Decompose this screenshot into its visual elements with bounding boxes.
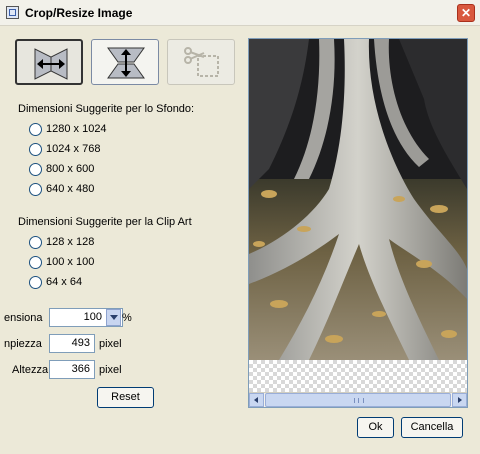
ok-button[interactable]: Ok	[357, 417, 394, 438]
scrollbar-grip-icon	[354, 398, 364, 403]
height-label: Altezza	[12, 364, 49, 376]
radio-label: 128 x 128	[46, 236, 95, 248]
crop-scissors-icon	[184, 47, 219, 77]
crop-button[interactable]	[167, 39, 235, 85]
radio-circle[interactable]	[29, 276, 42, 289]
wallpaper-sizes-label: Dimensioni Suggerite per lo Sfondo:	[18, 103, 195, 115]
radio-circle[interactable]	[29, 256, 42, 269]
image-preview[interactable]	[248, 38, 468, 408]
radio-circle[interactable]	[29, 143, 42, 156]
scale-unit: %	[122, 312, 132, 324]
scrollbar-thumb[interactable]	[265, 393, 451, 407]
window-title: Crop/Resize Image	[25, 6, 133, 20]
radio-label: 1024 x 768	[46, 143, 101, 155]
preview-image	[249, 39, 467, 360]
scale-dropdown-button[interactable]	[106, 309, 121, 326]
radio-label: 1280 x 1024	[46, 123, 107, 135]
horizontal-scrollbar[interactable]	[249, 392, 467, 407]
arrows-vertical-icon	[107, 47, 145, 79]
transparent-area	[249, 360, 467, 392]
radio-label: 100 x 100	[46, 256, 95, 268]
app-icon	[6, 6, 19, 19]
width-unit: pixel	[99, 338, 122, 350]
horizontal-resize-button[interactable]	[15, 39, 83, 85]
radio-label: 800 x 600	[46, 163, 95, 175]
radio-circle[interactable]	[29, 123, 42, 136]
arrows-horizontal-icon	[34, 48, 68, 80]
scroll-left-icon[interactable]	[249, 393, 264, 407]
height-input[interactable]: 366	[49, 360, 95, 379]
width-label: npiezza	[4, 338, 42, 350]
close-button[interactable]: ✕	[457, 4, 475, 22]
radio-circle[interactable]	[29, 163, 42, 176]
reset-button[interactable]: Reset	[97, 387, 154, 408]
scale-label: ensiona	[4, 312, 43, 324]
scroll-right-icon[interactable]	[452, 393, 467, 407]
radio-label: 64 x 64	[46, 276, 83, 288]
radio-circle[interactable]	[29, 183, 42, 196]
radio-circle[interactable]	[29, 236, 42, 249]
width-input[interactable]: 493	[49, 334, 95, 353]
title-bar: Crop/Resize Image ✕	[0, 0, 480, 26]
radio-label: 640 x 480	[46, 183, 95, 195]
clipart-sizes-label: Dimensioni Suggerite per la Clip Art	[18, 216, 192, 228]
vertical-resize-button[interactable]	[91, 39, 159, 85]
cancel-button[interactable]: Cancella	[401, 417, 463, 438]
height-unit: pixel	[99, 364, 122, 376]
